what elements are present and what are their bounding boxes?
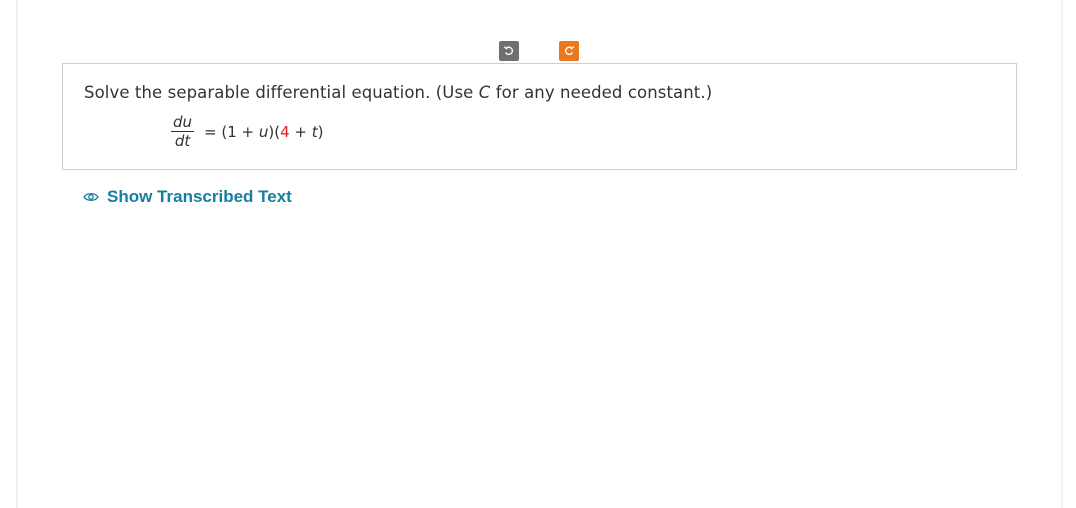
- question-prompt: Solve the separable differential equatio…: [84, 83, 712, 102]
- page: Solve the separable differential equatio…: [0, 0, 1076, 508]
- rhs-highlighted-value: 4: [280, 122, 290, 141]
- left-border: [16, 0, 18, 508]
- show-transcribed-text-label: Show Transcribed Text: [107, 187, 292, 206]
- derivative-fraction: du dt: [171, 113, 195, 150]
- rhs-part-1: = (1 +: [204, 122, 259, 141]
- redo-button[interactable]: [559, 41, 579, 61]
- eye-icon: [83, 192, 99, 202]
- undo-button[interactable]: [499, 41, 519, 61]
- fraction-denominator: dt: [174, 132, 191, 150]
- constant-variable: C: [478, 83, 491, 102]
- right-border: [1061, 0, 1063, 508]
- rhs-variable-u: u: [258, 122, 269, 141]
- show-transcribed-text-link[interactable]: Show Transcribed Text: [83, 187, 292, 207]
- prompt-text-end: for any needed constant.): [490, 83, 713, 102]
- equation-right-side: = (1 + u)(4 + t): [204, 123, 323, 141]
- undo-icon: [503, 46, 514, 56]
- question-box: Solve the separable differential equatio…: [62, 63, 1017, 170]
- rhs-part-4: ): [317, 122, 324, 141]
- prompt-text-start: Solve the separable differential equatio…: [84, 83, 479, 102]
- rhs-part-3: +: [289, 122, 312, 141]
- rhs-part-2: )(: [268, 122, 281, 141]
- fraction-numerator: du: [171, 113, 195, 132]
- differential-equation: du dt = (1 + u)(4 + t): [171, 114, 324, 149]
- redo-icon: [564, 46, 575, 56]
